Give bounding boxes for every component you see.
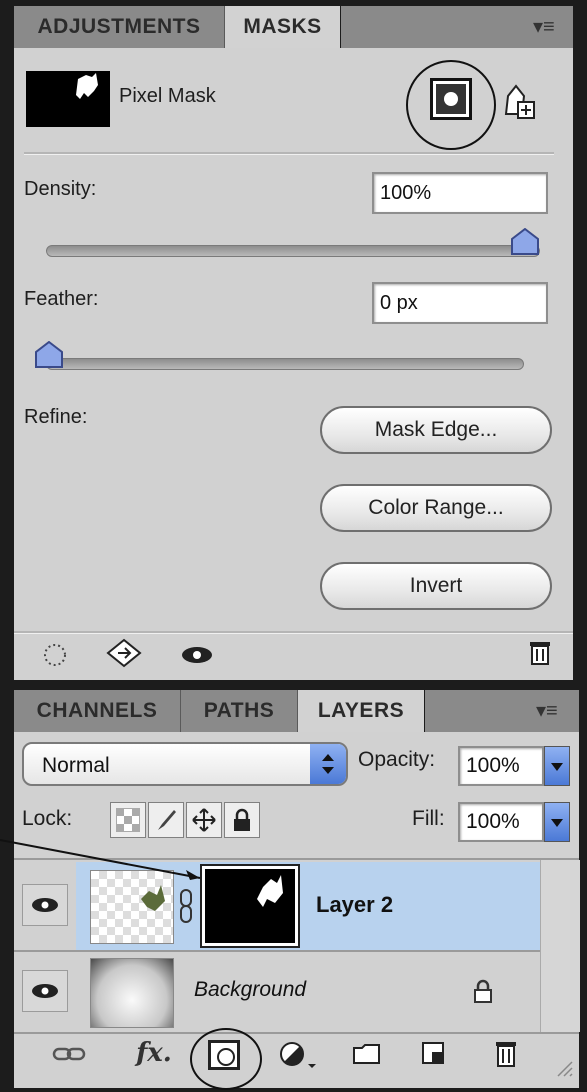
feather-slider-track[interactable] bbox=[46, 358, 524, 370]
layer-row-background[interactable]: Background bbox=[14, 952, 540, 1032]
layer-lock-icon bbox=[474, 979, 492, 1003]
layer-name: Layer 2 bbox=[316, 892, 394, 917]
footer-divider bbox=[14, 631, 573, 634]
background-thumbnail[interactable] bbox=[90, 958, 174, 1028]
opacity-input[interactable]: 100% bbox=[458, 746, 544, 786]
layers-scrollbar[interactable] bbox=[540, 860, 580, 1032]
fill-dropdown-button[interactable] bbox=[544, 802, 570, 842]
add-pixel-mask-button[interactable] bbox=[430, 78, 472, 120]
chain-link-icon[interactable] bbox=[178, 888, 194, 924]
tab-channels[interactable]: CHANNELS bbox=[14, 690, 181, 732]
feather-value: 0 px bbox=[380, 291, 418, 314]
feather-input[interactable]: 0 px bbox=[372, 282, 548, 324]
lock-label: Lock: bbox=[22, 807, 73, 830]
eye-icon bbox=[32, 898, 58, 912]
invert-button[interactable]: Invert bbox=[320, 562, 552, 610]
density-label: Density: bbox=[24, 178, 97, 200]
tab-paths-label: PATHS bbox=[203, 699, 275, 722]
brush-icon bbox=[158, 810, 176, 830]
pixel-mask-icon bbox=[436, 84, 466, 114]
lock-all-button[interactable] bbox=[224, 802, 260, 838]
trash-icon[interactable] bbox=[494, 1038, 518, 1068]
tab-layers[interactable]: LAYERS bbox=[298, 690, 424, 732]
tab-layers-label: LAYERS bbox=[317, 699, 405, 722]
mask-edge-label: Mask Edge... bbox=[374, 418, 498, 441]
refine-label: Refine: bbox=[24, 406, 88, 428]
blend-mode-select[interactable]: Normal bbox=[22, 742, 348, 786]
panel-menu-icon[interactable]: ▾≡ bbox=[533, 14, 555, 39]
mask-type-label: Pixel Mask bbox=[119, 85, 216, 107]
chevron-down-icon bbox=[551, 819, 563, 827]
layer-name: Background bbox=[194, 978, 307, 1001]
mask-edge-button[interactable]: Mask Edge... bbox=[320, 406, 552, 454]
adjustment-layer-icon[interactable] bbox=[278, 1040, 318, 1070]
eye-icon bbox=[32, 984, 58, 998]
link-layers-icon[interactable] bbox=[52, 1044, 86, 1064]
callout-arrow bbox=[0, 839, 201, 880]
divider bbox=[14, 1032, 579, 1034]
masks-panel-body: Pixel Mask Density: 100% Feather: 0 px R… bbox=[14, 48, 573, 680]
add-vector-mask-button[interactable] bbox=[500, 84, 536, 120]
blend-mode-value: Normal bbox=[42, 754, 110, 777]
layer-visibility-toggle[interactable] bbox=[22, 970, 68, 1012]
load-selection-icon[interactable] bbox=[42, 642, 68, 668]
mask-thumbnail-image bbox=[76, 73, 98, 99]
fx-icon[interactable]: fx. bbox=[132, 1036, 176, 1070]
apply-mask-icon[interactable] bbox=[106, 638, 142, 668]
layer-visibility-toggle[interactable] bbox=[22, 884, 68, 926]
density-input[interactable]: 100% bbox=[372, 172, 548, 214]
feather-label: Feather: bbox=[24, 288, 99, 310]
tab-adjustments[interactable]: ADJUSTMENTS bbox=[14, 6, 225, 48]
visibility-icon[interactable] bbox=[180, 644, 214, 666]
tab-adjustments-label: ADJUSTMENTS bbox=[37, 15, 201, 38]
opacity-label: Opacity: bbox=[358, 748, 436, 771]
new-layer-icon[interactable] bbox=[420, 1040, 446, 1066]
delete-mask-icon[interactable] bbox=[528, 638, 552, 666]
fill-input[interactable]: 100% bbox=[458, 802, 544, 842]
mask-thumbnail[interactable] bbox=[26, 71, 110, 127]
tab-paths[interactable]: PATHS bbox=[181, 690, 298, 732]
opacity-dropdown-button[interactable] bbox=[544, 746, 570, 786]
fill-label: Fill: bbox=[412, 807, 445, 830]
checkerboard-icon bbox=[116, 808, 140, 832]
resize-grip-icon[interactable] bbox=[554, 1058, 574, 1078]
density-slider-track[interactable] bbox=[46, 245, 540, 257]
masks-panel: ADJUSTMENTS MASKS ▾≡ Pixel Mask Density:… bbox=[0, 0, 587, 684]
fill-value: 100% bbox=[466, 810, 520, 833]
feather-slider-thumb[interactable] bbox=[34, 341, 64, 369]
opacity-value: 100% bbox=[466, 754, 520, 777]
tab-channels-label: CHANNELS bbox=[36, 699, 158, 722]
new-group-icon[interactable] bbox=[352, 1042, 382, 1066]
color-range-label: Color Range... bbox=[368, 496, 504, 519]
density-value: 100% bbox=[380, 181, 432, 204]
tab-masks[interactable]: MASKS bbox=[225, 6, 340, 48]
blend-mode-stepper-icon bbox=[310, 744, 346, 784]
add-mask-icon[interactable] bbox=[208, 1040, 240, 1070]
lock-icon bbox=[234, 808, 250, 831]
invert-label: Invert bbox=[409, 574, 463, 597]
vector-mask-pen-icon bbox=[504, 84, 535, 119]
layers-panel-menu-icon[interactable]: ▾≡ bbox=[536, 698, 558, 723]
density-slider-thumb[interactable] bbox=[510, 228, 540, 256]
divider bbox=[24, 152, 554, 155]
tab-masks-label: MASKS bbox=[243, 15, 322, 38]
layers-panel-body: Normal Opacity: 100% Lock: Fill: 100% La… bbox=[14, 732, 580, 1090]
color-range-button[interactable]: Color Range... bbox=[320, 484, 552, 532]
chevron-down-icon bbox=[551, 763, 563, 771]
